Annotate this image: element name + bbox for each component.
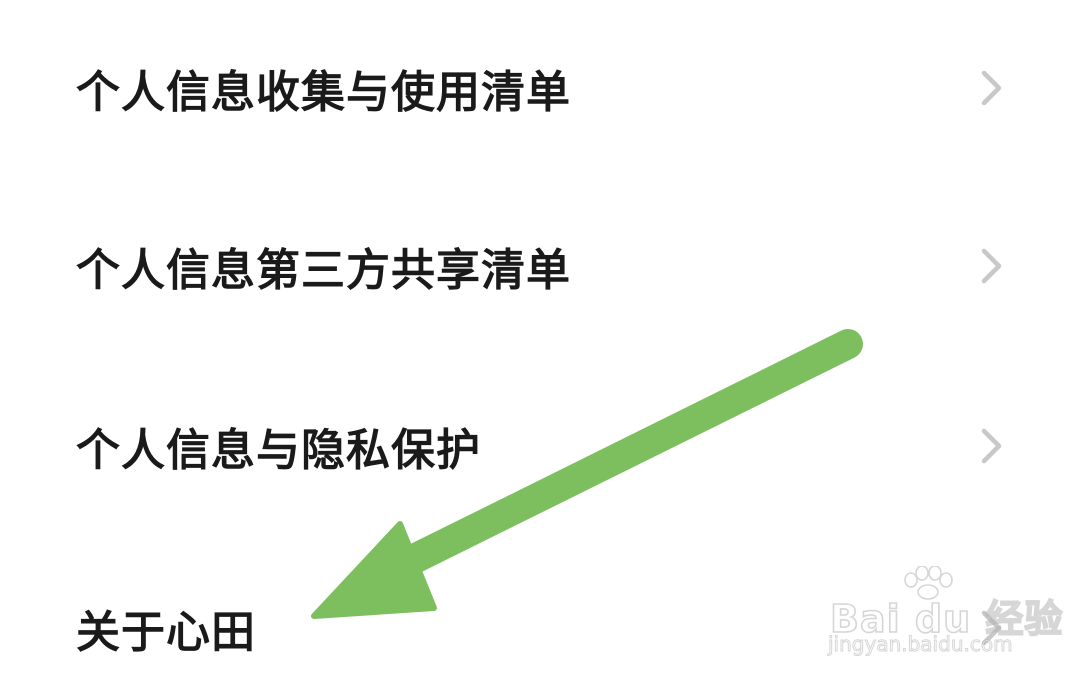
menu-item-privacy-protection[interactable]: 个人信息与隐私保护 [0,386,1080,506]
menu-item-label: 关于心田 [76,607,256,658]
menu-item-personal-info-collection[interactable]: 个人信息收集与使用清单 [0,28,1080,148]
menu-item-third-party-sharing[interactable]: 个人信息第三方共享清单 [0,206,1080,326]
chevron-right-icon [976,68,1006,108]
chevron-right-icon [976,426,1006,466]
menu-item-label: 个人信息与隐私保护 [76,425,481,476]
settings-menu-list: 个人信息收集与使用清单 个人信息第三方共享清单 个人信息与隐私保护 关于心田 [0,0,1080,684]
chevron-right-icon [976,608,1006,648]
menu-item-label: 个人信息第三方共享清单 [76,245,571,296]
menu-item-about[interactable]: 关于心田 [0,568,1080,688]
menu-item-label: 个人信息收集与使用清单 [76,67,571,118]
chevron-right-icon [976,246,1006,286]
